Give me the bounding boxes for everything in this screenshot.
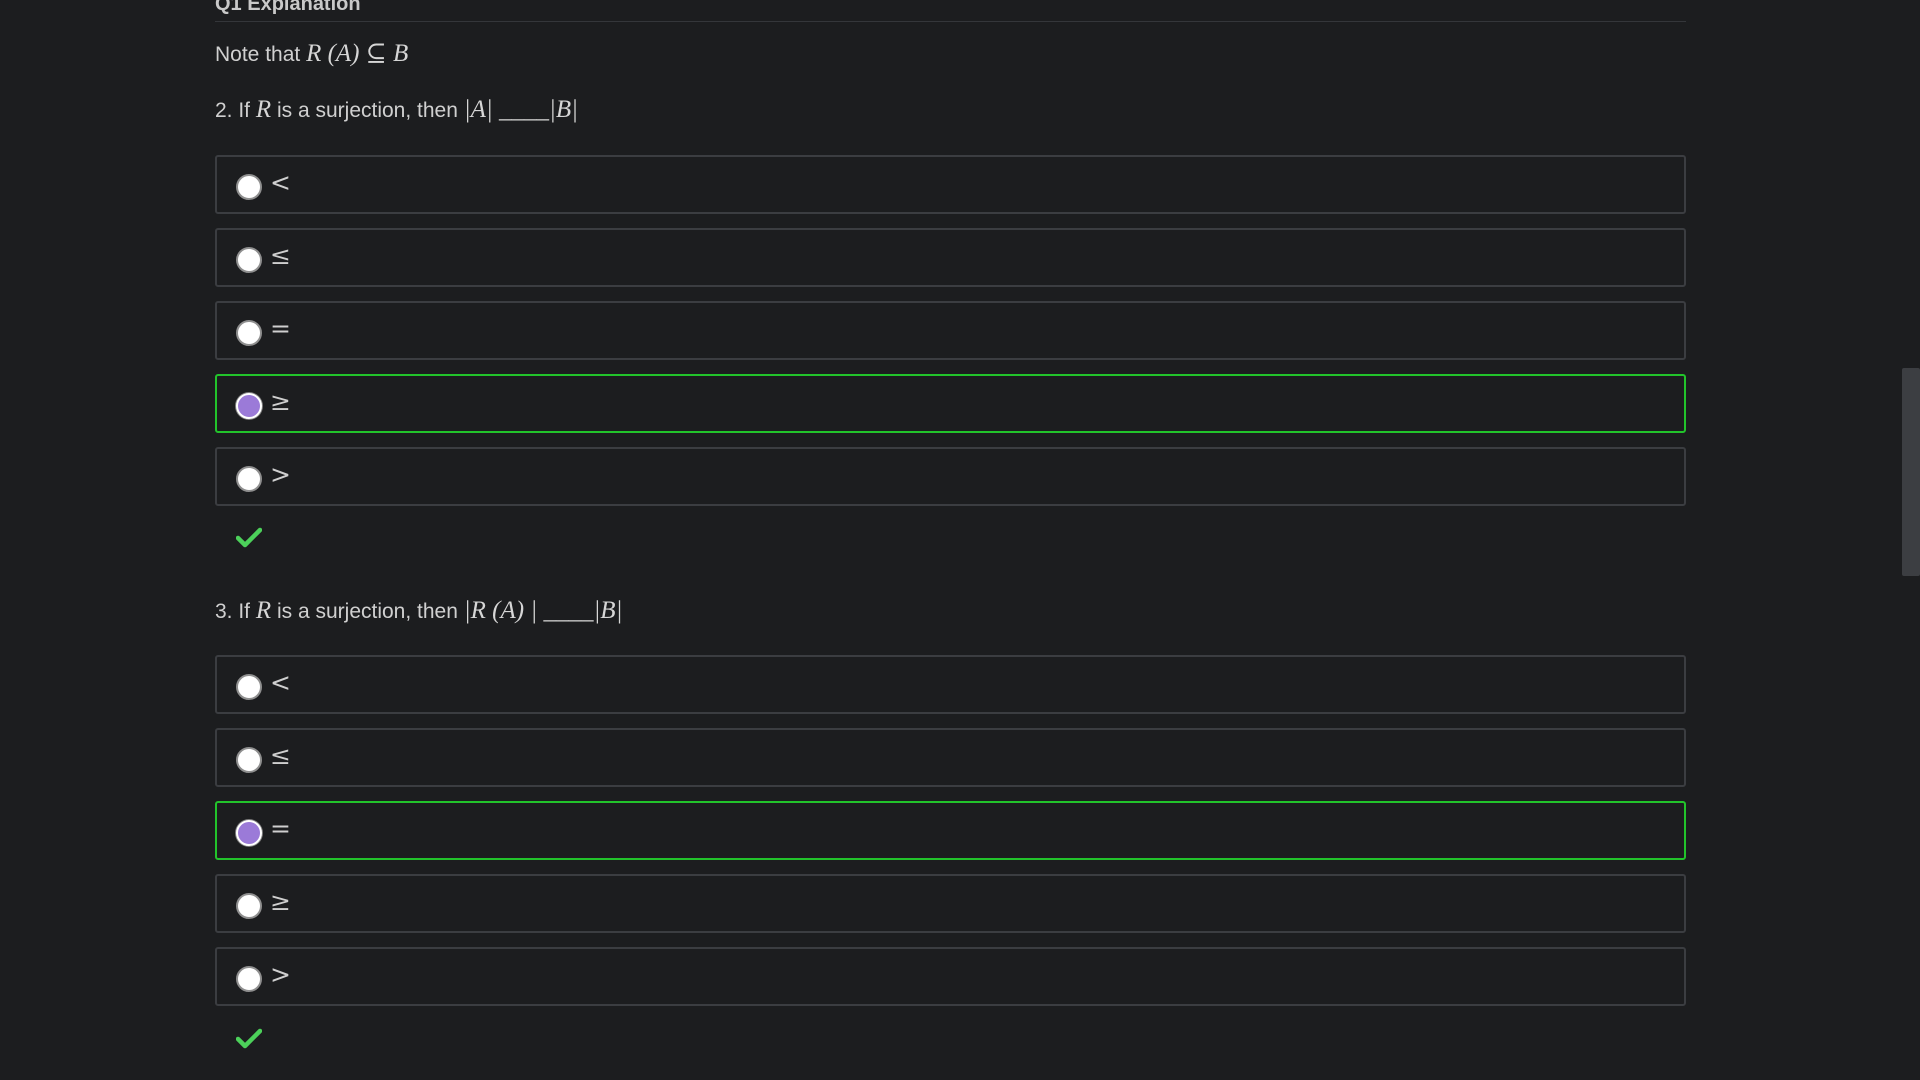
option-label: = — [270, 314, 291, 343]
radio-button-checked-icon[interactable] — [236, 820, 262, 846]
section-header: Q1 Explanation — [215, 0, 1686, 22]
question-mid: is a surjection, then — [271, 600, 464, 623]
option-label: = — [270, 814, 291, 843]
option-label: ≥ — [270, 887, 291, 916]
q3-option-equal[interactable]: = — [215, 801, 1686, 860]
question-var: R — [255, 597, 272, 624]
option-label: > — [270, 460, 291, 489]
q2-option-less-equal[interactable]: ≤ — [215, 228, 1686, 287]
radio-button-icon[interactable] — [236, 174, 262, 200]
note-math: R (A) ⊆ B — [306, 40, 409, 67]
question-prefix: 3. If — [215, 600, 256, 623]
question-var: R — [255, 96, 272, 123]
radio-button-icon[interactable] — [236, 747, 262, 773]
explanation-note: Note that R (A) ⊆ B — [215, 38, 408, 68]
q2-option-greater-than[interactable]: > — [215, 447, 1686, 506]
option-label: < — [270, 168, 291, 197]
option-label: > — [270, 960, 291, 989]
note-prefix: Note that — [215, 43, 307, 66]
radio-button-icon[interactable] — [236, 466, 262, 492]
checkmark-icon — [236, 527, 262, 548]
q3-option-less-equal[interactable]: ≤ — [215, 728, 1686, 787]
question-math: |A| ____|B| — [463, 96, 579, 123]
option-label: < — [270, 668, 291, 697]
radio-button-icon[interactable] — [236, 320, 262, 346]
scrollbar-thumb[interactable] — [1902, 368, 1920, 576]
q2-option-less-than[interactable]: < — [215, 155, 1686, 214]
option-label: ≥ — [270, 387, 291, 416]
question-math: |R (A) | ____|B| — [463, 597, 623, 624]
q3-option-greater-than[interactable]: > — [215, 947, 1686, 1006]
option-label: ≤ — [270, 241, 291, 270]
radio-button-icon[interactable] — [236, 247, 262, 273]
q3-option-less-than[interactable]: < — [215, 655, 1686, 714]
radio-button-icon[interactable] — [236, 966, 262, 992]
question-mid: is a surjection, then — [271, 99, 464, 122]
radio-button-icon[interactable] — [236, 674, 262, 700]
q2-option-greater-equal[interactable]: ≥ — [215, 374, 1686, 433]
question-3-prompt: 3. If R is a surjection, then |R (A) | _… — [215, 597, 622, 625]
q3-option-greater-equal[interactable]: ≥ — [215, 874, 1686, 933]
radio-button-icon[interactable] — [236, 893, 262, 919]
section-title: Q1 Explanation — [215, 0, 361, 15]
question-prefix: 2. If — [215, 99, 256, 122]
q2-option-equal[interactable]: = — [215, 301, 1686, 360]
checkmark-icon — [236, 1028, 262, 1049]
question-2-prompt: 2. If R is a surjection, then |A| ____|B… — [215, 96, 578, 124]
radio-button-checked-icon[interactable] — [236, 393, 262, 419]
option-label: ≤ — [270, 741, 291, 770]
